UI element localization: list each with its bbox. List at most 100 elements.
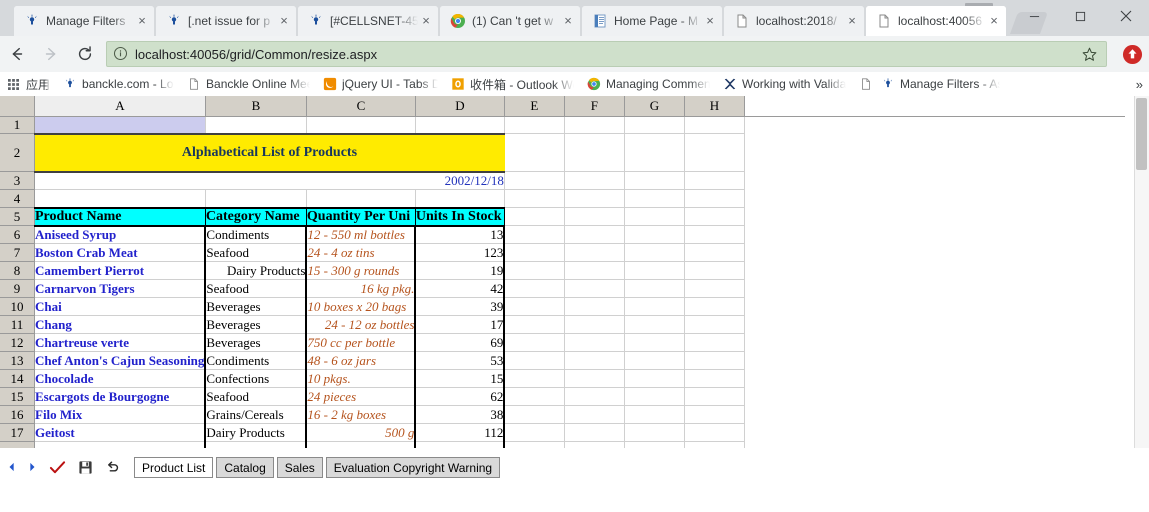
cell-h[interactable] <box>684 387 745 406</box>
info-circle-icon[interactable] <box>113 46 129 62</box>
cell-product-name[interactable]: Chocolade <box>34 369 207 388</box>
cell-f[interactable] <box>564 261 625 280</box>
cell-quantity-per-unit[interactable]: 750 cc per bottle <box>306 333 417 352</box>
bookmarks-overflow-button[interactable]: » <box>1136 77 1143 92</box>
cell-quantity-per-unit[interactable]: 48 - 6 oz jars <box>306 351 417 370</box>
cell-h[interactable] <box>684 369 745 388</box>
cell-product-name[interactable]: Chai <box>34 297 207 316</box>
row-header-13[interactable]: 13 <box>0 351 35 370</box>
cell-product-name[interactable]: Aniseed Syrup <box>34 225 207 244</box>
minimize-button[interactable] <box>1011 0 1057 32</box>
cell-g[interactable] <box>624 225 685 244</box>
cell-units-in-stock[interactable]: 112 <box>415 423 506 442</box>
bookmark-manage-filters[interactable]: Manage Filters - As <box>874 74 1006 94</box>
cell-e3[interactable] <box>504 171 565 190</box>
bookmark-blank-page[interactable] <box>852 74 874 94</box>
bookmark-managing-comments[interactable]: Managing Commen <box>580 74 716 94</box>
cell-g3[interactable] <box>624 171 685 190</box>
cell-d1[interactable] <box>415 116 505 134</box>
bookmark-banckle-login[interactable]: banckle.com - Log <box>56 74 180 94</box>
cell-units-in-stock[interactable]: 38 <box>415 405 506 424</box>
row-header-11[interactable]: 11 <box>0 315 35 334</box>
vertical-scrollbar[interactable] <box>1134 96 1149 448</box>
cell-e1[interactable] <box>504 116 565 134</box>
cell-f[interactable] <box>564 243 625 262</box>
cell-e[interactable] <box>504 333 565 352</box>
cell-d4[interactable] <box>415 189 505 208</box>
column-header-c[interactable]: C <box>306 96 416 117</box>
undo-icon[interactable] <box>102 456 124 478</box>
row-header-1[interactable]: 1 <box>0 116 35 134</box>
check-icon[interactable] <box>46 456 68 478</box>
update-icon[interactable] <box>1115 36 1149 72</box>
column-header-g[interactable]: G <box>624 96 685 117</box>
cell-f4[interactable] <box>564 189 625 208</box>
cell-quantity-per-unit[interactable]: 24 - 4 oz tins <box>306 243 417 262</box>
save-icon[interactable] <box>74 456 96 478</box>
cell-product-name[interactable]: Chef Anton's Cajun Seasoning <box>34 351 207 370</box>
cell-category-name[interactable]: Seafood <box>205 387 308 406</box>
cell-f[interactable] <box>564 405 625 424</box>
tab-close-icon[interactable]: × <box>134 13 150 29</box>
browser-tab-0[interactable]: Manage Filters × <box>14 6 154 36</box>
cell-h[interactable] <box>684 243 745 262</box>
bookmark-banckle-meeting[interactable]: Banckle Online Mee <box>180 74 316 94</box>
cell-e[interactable] <box>504 279 565 298</box>
cell-g[interactable] <box>624 315 685 334</box>
back-button[interactable] <box>0 36 34 72</box>
row-header-4[interactable]: 4 <box>0 189 35 208</box>
cell-e2[interactable] <box>504 133 565 172</box>
cell-title-merged[interactable]: Alphabetical List of Products <box>34 132 505 173</box>
star-icon[interactable] <box>1078 43 1100 65</box>
cell-f1[interactable] <box>564 116 625 134</box>
cell-units-in-stock[interactable]: 53 <box>415 351 506 370</box>
row-header-12[interactable]: 12 <box>0 333 35 352</box>
cell-units-in-stock[interactable]: 13 <box>415 225 506 244</box>
cell-e[interactable] <box>504 369 565 388</box>
cell-e[interactable] <box>504 423 565 442</box>
cell-e[interactable] <box>504 315 565 334</box>
cell-f[interactable] <box>564 333 625 352</box>
cell-f[interactable] <box>564 423 625 442</box>
sheet-tab-catalog[interactable]: Catalog <box>216 456 274 478</box>
tab-close-icon[interactable]: × <box>702 13 718 29</box>
cell-g[interactable] <box>624 369 685 388</box>
cell-h5[interactable] <box>684 207 745 226</box>
cell-a4[interactable] <box>34 189 206 208</box>
cell-f3[interactable] <box>564 171 625 190</box>
address-bar[interactable]: localhost:40056/grid/Common/resize.aspx <box>106 41 1107 67</box>
column-header-a[interactable]: A <box>34 96 206 117</box>
cell-category-name[interactable]: Dairy Products <box>205 261 308 280</box>
cell-units-in-stock[interactable]: 17 <box>415 315 506 334</box>
row-header-6[interactable]: 6 <box>0 225 35 244</box>
row-header-2[interactable]: 2 <box>0 133 35 172</box>
cell-h[interactable] <box>684 225 745 244</box>
cell-h[interactable] <box>684 351 745 370</box>
close-button[interactable] <box>1103 0 1149 32</box>
sheet-tab-product-list[interactable]: Product List <box>134 456 214 478</box>
cell-g[interactable] <box>624 261 685 280</box>
cell-quantity-per-unit[interactable]: 500 g <box>306 423 417 442</box>
cell-h[interactable] <box>684 405 745 424</box>
cell-category-name[interactable]: Condiments <box>205 351 308 370</box>
browser-tab-5[interactable]: localhost:2018/ × <box>724 6 864 36</box>
cell-h[interactable] <box>684 297 745 316</box>
cell-category-name[interactable]: Beverages <box>205 315 308 334</box>
table-header-product-name[interactable]: Product Name <box>34 206 206 227</box>
cell-category-name[interactable]: Confections <box>205 369 308 388</box>
column-header-h[interactable]: H <box>684 96 745 117</box>
bookmark-working-with-validation[interactable]: Working with Valida <box>716 74 852 94</box>
cell-f[interactable] <box>564 225 625 244</box>
cell-f[interactable] <box>564 279 625 298</box>
cell-e4[interactable] <box>504 189 565 208</box>
cell-product-name[interactable]: Carnarvon Tigers <box>34 279 207 298</box>
cell-units-in-stock[interactable]: 15 <box>415 369 506 388</box>
cell-g[interactable] <box>624 351 685 370</box>
cell-product-name[interactable]: Geitost <box>34 423 207 442</box>
cell-e[interactable] <box>504 387 565 406</box>
tab-close-icon[interactable]: × <box>276 13 292 29</box>
cell-g[interactable] <box>624 333 685 352</box>
sheet-tab-sales[interactable]: Sales <box>276 456 323 478</box>
cell-units-in-stock[interactable]: 62 <box>415 387 506 406</box>
cell-b1[interactable] <box>205 116 307 134</box>
